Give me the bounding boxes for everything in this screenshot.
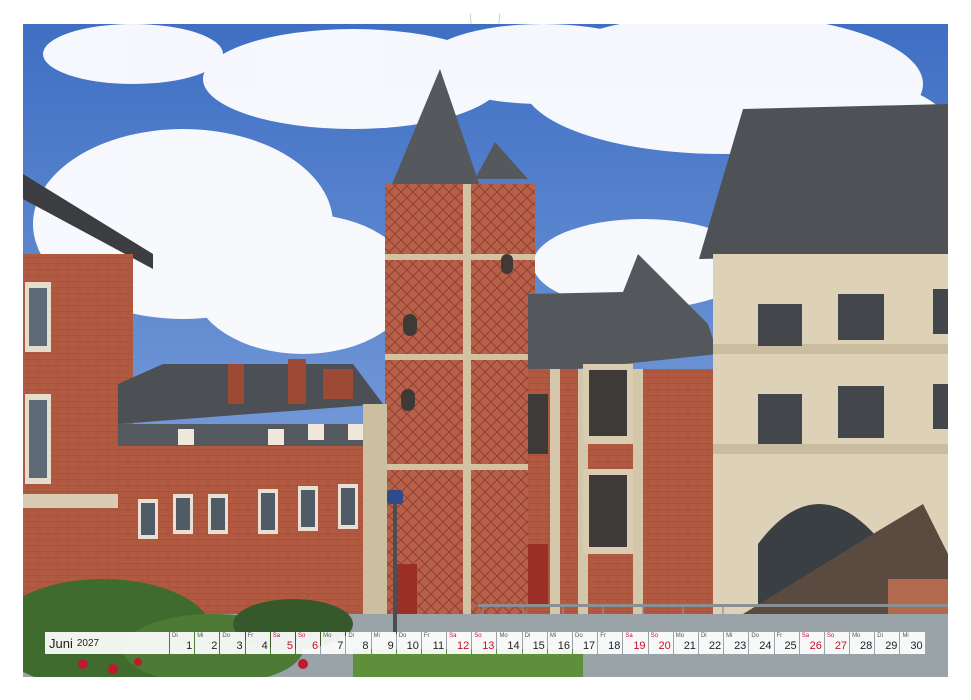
day-cell: So 27 xyxy=(824,632,850,654)
day-number: 18 xyxy=(608,640,621,652)
day-cell: So 20 xyxy=(648,632,673,654)
day-cell: Mi 9 xyxy=(371,632,396,654)
day-number: 20 xyxy=(658,640,671,652)
day-cell: Do 17 xyxy=(573,632,598,654)
day-number: 17 xyxy=(582,640,596,652)
day-cell: Do 24 xyxy=(749,632,774,654)
day-number: 25 xyxy=(784,640,797,652)
weekday-abbrev: Do xyxy=(575,633,583,639)
day-number: 1 xyxy=(186,640,193,652)
day-number: 5 xyxy=(286,640,293,652)
weekday-abbrev: So xyxy=(474,633,482,639)
calendar-photo xyxy=(23,24,948,677)
day-cell: Sa 12 xyxy=(447,632,472,654)
day-cell: Mi 16 xyxy=(547,632,572,654)
day-cell: Di 8 xyxy=(346,632,371,654)
day-cell: Do 10 xyxy=(396,632,421,654)
day-number: 29 xyxy=(885,640,898,652)
day-number: 13 xyxy=(482,640,495,652)
weekday-abbrev: Fr xyxy=(600,633,606,639)
weekday-abbrev: Fr xyxy=(423,633,430,639)
weekday-abbrev: Fr xyxy=(776,633,783,639)
day-cell: Mi 2 xyxy=(195,632,220,654)
day-number: 4 xyxy=(261,640,268,652)
day-cell: Di 22 xyxy=(698,632,724,654)
day-number: 7 xyxy=(337,640,344,652)
weekday-abbrev: Do xyxy=(398,633,407,639)
day-number: 11 xyxy=(432,640,445,652)
year-label: 2027 xyxy=(76,637,100,649)
day-number: 9 xyxy=(387,640,394,652)
day-number: 30 xyxy=(910,640,923,652)
weekday-abbrev: Fr xyxy=(247,633,254,639)
weekday-abbrev: Mo xyxy=(675,633,685,639)
day-cell: Mo 28 xyxy=(850,632,875,654)
weekday-abbrev: Mi xyxy=(549,633,557,639)
day-cell: Sa 19 xyxy=(623,632,648,654)
day-cell: Mi 23 xyxy=(724,632,749,654)
day-cell: Mi 30 xyxy=(900,632,925,654)
day-number: 26 xyxy=(809,640,822,652)
weekday-abbrev: Mi xyxy=(197,633,204,639)
month-label-box: Juni 2027 xyxy=(45,632,169,654)
weekday-abbrev: Sa xyxy=(272,633,281,639)
day-number: 21 xyxy=(683,640,696,652)
day-number: 14 xyxy=(507,640,520,652)
weekday-abbrev: So xyxy=(826,633,835,639)
weekday-abbrev: Sa xyxy=(625,633,633,639)
day-cell: Mo 21 xyxy=(673,632,698,654)
photo-illustration xyxy=(23,24,948,677)
weekday-abbrev: Di xyxy=(877,633,883,639)
day-cell: So 6 xyxy=(295,632,321,654)
day-cell: Sa 26 xyxy=(799,632,824,654)
day-cell: Fr 4 xyxy=(245,632,270,654)
day-cell: Do 3 xyxy=(220,632,245,654)
weekday-abbrev: So xyxy=(650,633,658,639)
weekday-abbrev: Di xyxy=(700,633,707,639)
day-number: 15 xyxy=(532,640,545,652)
day-cell: Mo 14 xyxy=(497,632,522,654)
day-number: 6 xyxy=(312,640,319,652)
day-number: 12 xyxy=(457,640,470,652)
day-cell: Di 29 xyxy=(875,632,900,654)
day-cell: Fr 18 xyxy=(598,632,623,654)
day-number: 19 xyxy=(633,640,646,652)
weekday-abbrev: Sa xyxy=(449,633,457,639)
day-number: 23 xyxy=(734,640,747,652)
weekday-abbrev: Do xyxy=(222,633,231,639)
month-name: Juni xyxy=(49,635,73,651)
day-number: 10 xyxy=(406,640,419,652)
day-cells: Di 1 Mi 2 Do 3 Fr 4 Sa 5 So 6 Mo 7 Di 8 Mi 9 Do 10 Fr 11 Sa 12 S… xyxy=(170,632,925,654)
day-number: 27 xyxy=(834,640,848,652)
weekday-abbrev: Mi xyxy=(902,633,909,639)
day-number: 8 xyxy=(362,640,369,652)
weekday-abbrev: Di xyxy=(524,633,531,639)
day-cell: Fr 11 xyxy=(421,632,447,654)
day-cell: Sa 5 xyxy=(270,632,295,654)
weekday-abbrev: So xyxy=(297,633,306,639)
weekday-abbrev: Di xyxy=(172,633,178,639)
day-cell: So 13 xyxy=(472,632,497,654)
calendar-strip: Juni 2027 Di 1 Mi 2 Do 3 Fr 4 Sa 5 So 6 Mo 7 Di 8 Mi 9 Do 1… xyxy=(45,632,927,654)
day-number: 28 xyxy=(860,640,873,652)
day-cell: Mo 7 xyxy=(321,632,346,654)
day-number: 3 xyxy=(236,640,243,652)
calendar-page: Juni 2027 Di 1 Mi 2 Do 3 Fr 4 Sa 5 So 6 Mo 7 Di 8 Mi 9 Do 1… xyxy=(0,0,971,700)
weekday-abbrev: Sa xyxy=(801,633,810,639)
weekday-abbrev: Mo xyxy=(499,633,508,639)
weekday-abbrev: Mo xyxy=(852,633,861,639)
weekday-abbrev: Mi xyxy=(373,633,380,639)
weekday-abbrev: Mo xyxy=(323,633,332,639)
day-number: 24 xyxy=(759,640,772,652)
brick-house xyxy=(528,254,718,614)
day-number: 16 xyxy=(557,640,570,652)
weekday-abbrev: Do xyxy=(751,633,759,639)
day-number: 2 xyxy=(211,640,218,652)
day-cell: Di 15 xyxy=(522,632,547,654)
day-cell: Fr 25 xyxy=(774,632,799,654)
day-number: 22 xyxy=(708,640,722,652)
weekday-abbrev: Di xyxy=(348,633,354,639)
day-cell: Di 1 xyxy=(170,632,195,654)
weekday-abbrev: Mi xyxy=(726,633,733,639)
